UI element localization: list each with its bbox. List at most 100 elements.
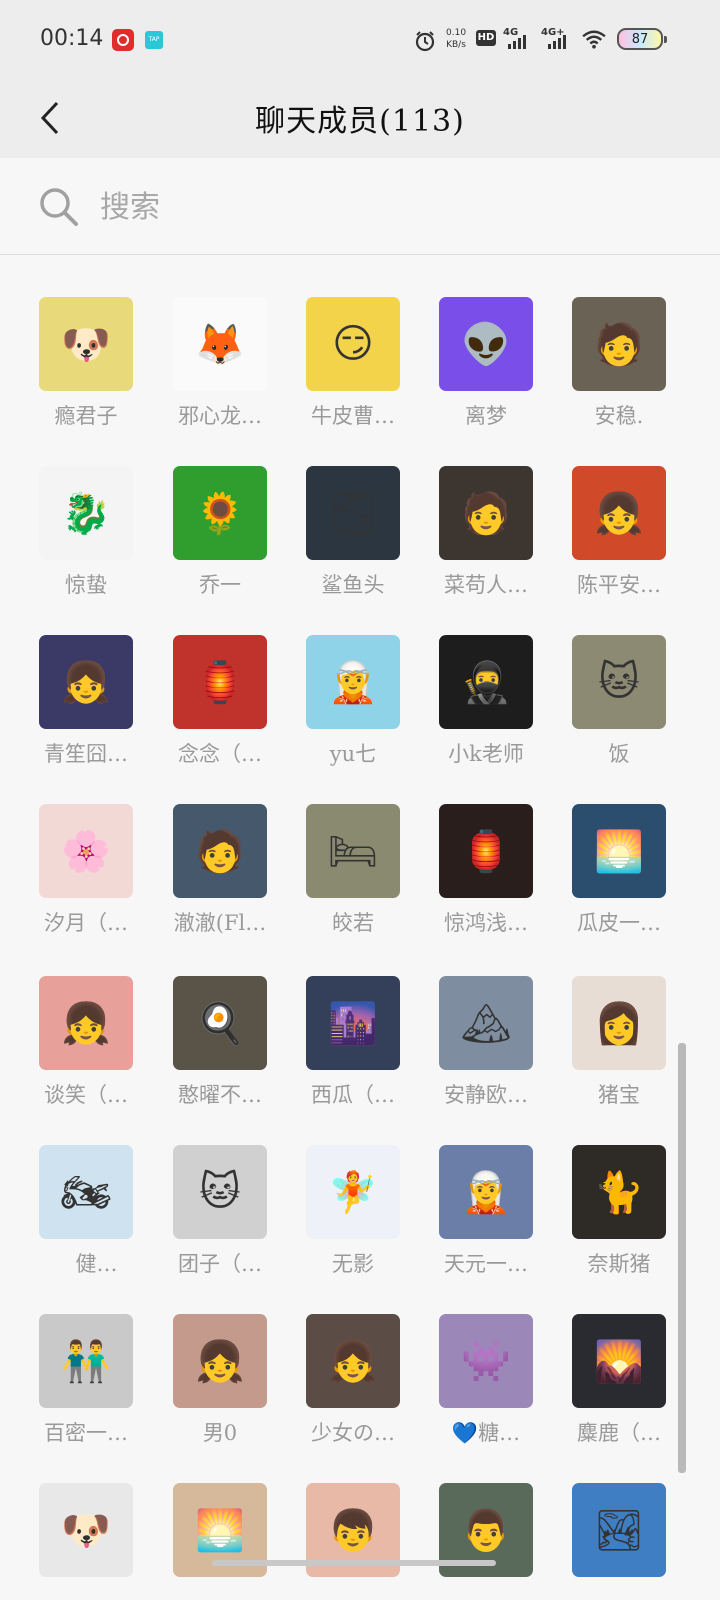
member-name: 憨曜不…	[178, 1083, 262, 1107]
avatar-image: 👧	[594, 490, 644, 537]
member-item[interactable]: 🌆 西瓜（…	[293, 976, 413, 1126]
avatar-image: 🌄	[594, 1338, 644, 1385]
member-name: 瓜皮一…	[577, 911, 661, 935]
member-avatar: 🧑	[173, 804, 267, 898]
member-name: 少女の…	[311, 1421, 395, 1445]
member-item[interactable]: 🧝 yu七	[293, 635, 413, 785]
avatar-image: 🛏	[327, 828, 379, 875]
member-item[interactable]: 🍳 憨曜不…	[160, 976, 280, 1126]
member-item[interactable]: 🏍 健…	[26, 1145, 146, 1295]
member-item[interactable]: 🌅 瓜皮一…	[559, 804, 679, 954]
network-speed: 0.10 KB/s	[446, 27, 466, 51]
member-item[interactable]: 🧑 澈澈(Fl…	[160, 804, 280, 954]
member-item[interactable]: 🐱 饭	[559, 635, 679, 785]
avatar-image: 🧚	[328, 1169, 378, 1216]
member-avatar: 🐶	[39, 297, 133, 391]
member-item[interactable]: 👾 💙糖…	[426, 1314, 546, 1464]
avatar-image: 👧	[195, 1338, 245, 1385]
alarm-icon	[415, 31, 435, 52]
member-avatar: 😏	[306, 297, 400, 391]
member-avatar: 🏮	[439, 804, 533, 898]
member-avatar: 👬	[39, 1314, 133, 1408]
member-item[interactable]: 🏮 惊鸿浅…	[426, 804, 546, 954]
member-item[interactable]: 🐱 团子（…	[160, 1145, 280, 1295]
member-avatar: 👾	[439, 1314, 533, 1408]
member-item[interactable]: 🌄 麋鹿（…	[559, 1314, 679, 1464]
member-name: 汐月（…	[44, 911, 128, 935]
member-item[interactable]: 👧 谈笑（…	[26, 976, 146, 1126]
scrollbar[interactable]	[678, 1043, 686, 1473]
member-item[interactable]: 👬 百密一…	[26, 1314, 146, 1464]
member-avatar: 🏮	[173, 635, 267, 729]
member-name: 麋鹿（…	[577, 1421, 661, 1445]
member-item[interactable]: 👧 少女の…	[293, 1314, 413, 1464]
member-avatar: 🌅	[572, 804, 666, 898]
avatar-image: 👧	[61, 1000, 111, 1047]
member-item[interactable]: 👧 陈平安…	[559, 466, 679, 616]
member-item[interactable]: 🧚 无影	[293, 1145, 413, 1295]
wifi-icon	[582, 30, 606, 49]
member-item[interactable]: 👩 猪宝	[559, 976, 679, 1126]
search-input[interactable]	[100, 182, 660, 232]
avatar-image: 🏔	[460, 1000, 512, 1047]
member-item[interactable]: 🐶	[26, 1483, 146, 1581]
member-item[interactable]: 🐉 惊蛰	[26, 466, 146, 616]
member-name: 菜苟人…	[444, 573, 528, 597]
member-item[interactable]: 👽 离梦	[426, 297, 546, 447]
member-item[interactable]: 🌫 鲨鱼头	[293, 466, 413, 616]
member-item[interactable]: 🛏 皎若	[293, 804, 413, 954]
member-item[interactable]: 🌅	[160, 1483, 280, 1581]
avatar-image: 🍳	[195, 1000, 245, 1047]
member-item[interactable]: 👧 男0	[160, 1314, 280, 1464]
member-item[interactable]: 🏮 念念（…	[160, 635, 280, 785]
netease-music-icon	[112, 29, 134, 51]
member-avatar: 🌸	[39, 804, 133, 898]
avatar-image: 🏮	[195, 659, 245, 706]
member-item[interactable]: 👨	[426, 1483, 546, 1581]
avatar-image: 🦊	[195, 321, 245, 368]
member-item[interactable]: 🧝 天元一…	[426, 1145, 546, 1295]
avatar-image: 🧑	[594, 321, 644, 368]
member-name: 安稳.	[594, 404, 644, 428]
member-name: 谈笑（…	[44, 1083, 128, 1107]
member-avatar: 🐉	[39, 466, 133, 560]
member-item[interactable]: 🌸 汐月（…	[26, 804, 146, 954]
member-avatar: 🍳	[173, 976, 267, 1070]
home-indicator[interactable]	[212, 1560, 496, 1566]
avatar-image: 🐶	[61, 321, 111, 368]
member-item[interactable]: 👦	[293, 1483, 413, 1581]
member-item[interactable]: 👧 青笙囧…	[26, 635, 146, 785]
network-speed-unit: KB/s	[446, 40, 466, 50]
avatar-image: 🐉	[61, 490, 111, 537]
member-item[interactable]: 🥷 小k老师	[426, 635, 546, 785]
signal-icon-1	[508, 35, 526, 49]
member-name: 百密一…	[44, 1421, 128, 1445]
member-item[interactable]: 🦊 邪心龙…	[160, 297, 280, 447]
member-name: 澈澈(Fl…	[173, 911, 267, 935]
member-item[interactable]: 😏 牛皮曹…	[293, 297, 413, 447]
member-item[interactable]: 🏞	[559, 1483, 679, 1581]
member-item[interactable]: 🐶 瘾君子	[26, 297, 146, 447]
avatar-image: 👧	[328, 1338, 378, 1385]
member-name: 惊鸿浅…	[444, 911, 528, 935]
page-title: 聊天成员(113)	[255, 104, 465, 139]
avatar-image: 👾	[461, 1338, 511, 1385]
member-name: 鲨鱼头	[321, 573, 385, 597]
member-name: 猪宝	[598, 1083, 640, 1107]
member-item[interactable]: 🐈 奈斯猪	[559, 1145, 679, 1295]
avatar-image: 👽	[461, 321, 511, 368]
hd-badge: HD	[476, 30, 496, 46]
member-item[interactable]: 🌻 乔一	[160, 466, 280, 616]
member-avatar: 🛏	[306, 804, 400, 898]
member-item[interactable]: 🏔 安静欧…	[426, 976, 546, 1126]
member-avatar: 🏞	[572, 1483, 666, 1577]
member-avatar: 🐱	[572, 635, 666, 729]
avatar-image: 🏞	[593, 1507, 645, 1554]
battery-indicator: 87	[617, 28, 667, 50]
avatar-image: 🐱	[199, 1169, 241, 1215]
member-avatar: 👧	[173, 1314, 267, 1408]
member-avatar: 🐱	[173, 1145, 267, 1239]
avatar-image: 🐈	[594, 1169, 644, 1216]
member-item[interactable]: 🧑 安稳.	[559, 297, 679, 447]
member-item[interactable]: 🧑 菜苟人…	[426, 466, 546, 616]
